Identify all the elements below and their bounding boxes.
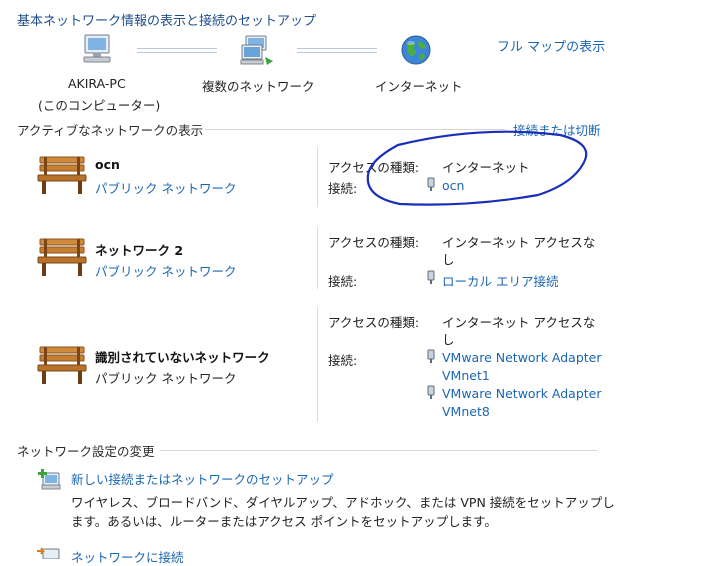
map-link-line-1 [137,48,217,53]
internet-label: インターネット [375,79,463,94]
ethernet-connection-icon [426,270,436,288]
network-name: ocn [95,157,120,172]
full-map-link[interactable]: フル マップの表示 [497,36,605,55]
network-divider [317,227,318,289]
page-title: 基本ネットワーク情報の表示と接続のセットアップ [17,14,317,29]
connect-to-network-link[interactable]: ネットワークに接続 [71,547,184,566]
annotation-circle [366,130,588,206]
access-type-label: アクセスの種類: [328,315,420,330]
network-settings-divider [160,450,597,451]
connection-link[interactable]: VMware Network Adapter [442,386,602,401]
access-type-label: アクセスの種類: [328,235,420,250]
connection-label: 接続: [328,353,358,368]
network-type: パブリック ネットワーク [95,371,237,386]
access-type-value-cont: し [442,332,455,347]
connection-link[interactable]: VMware Network Adapter [442,350,602,365]
setup-new-connection-desc: ワイヤレス、ブロードバンド、ダイヤルアップ、アドホック、または VPN 接続をセ… [71,495,615,510]
multiple-networks-label: 複数のネットワーク [202,79,315,94]
new-connection-icon [36,467,62,494]
network-name: 識別されていないネットワーク [95,350,270,365]
network-type-link[interactable]: パブリック ネットワーク [95,178,236,197]
network-settings-title: ネットワーク設定の変更 [17,444,155,459]
access-type-value-cont: し [442,252,455,267]
access-type-value: インターネット アクセスな [442,315,596,330]
computer-name: AKIRA-PC [68,76,126,91]
bench-icon [36,343,88,390]
computer-sub-label: (このコンピューター) [38,98,161,113]
network-name: ネットワーク 2 [95,243,184,258]
network-divider [317,307,318,422]
access-type-value: インターネット アクセスな [442,235,596,250]
multiple-networks-icon [238,33,276,70]
network-type-link[interactable]: パブリック ネットワーク [95,261,236,280]
connection-label: 接続: [328,181,358,196]
connection-label: 接続: [328,274,358,289]
connection-link-cont[interactable]: VMnet8 [442,404,490,419]
connect-network-icon [36,545,62,562]
globe-icon [400,34,432,69]
map-link-line-2 [297,48,377,53]
ethernet-connection-icon [426,385,436,403]
active-networks-title: アクティブなネットワークの表示 [17,123,204,138]
ethernet-connection-icon [426,349,436,367]
bench-icon [36,153,88,200]
computer-icon [80,33,114,68]
bench-icon [36,235,88,282]
setup-new-connection-link[interactable]: 新しい接続またはネットワークのセットアップ [71,469,334,488]
setup-new-connection-desc-cont: ます。あるいは、ルーターまたはアクセス ポイントをセットアップします。 [71,514,497,529]
connection-link-cont[interactable]: VMnet1 [442,368,490,383]
network-divider [317,147,318,207]
connection-link[interactable]: ローカル エリア接続 [442,271,558,290]
